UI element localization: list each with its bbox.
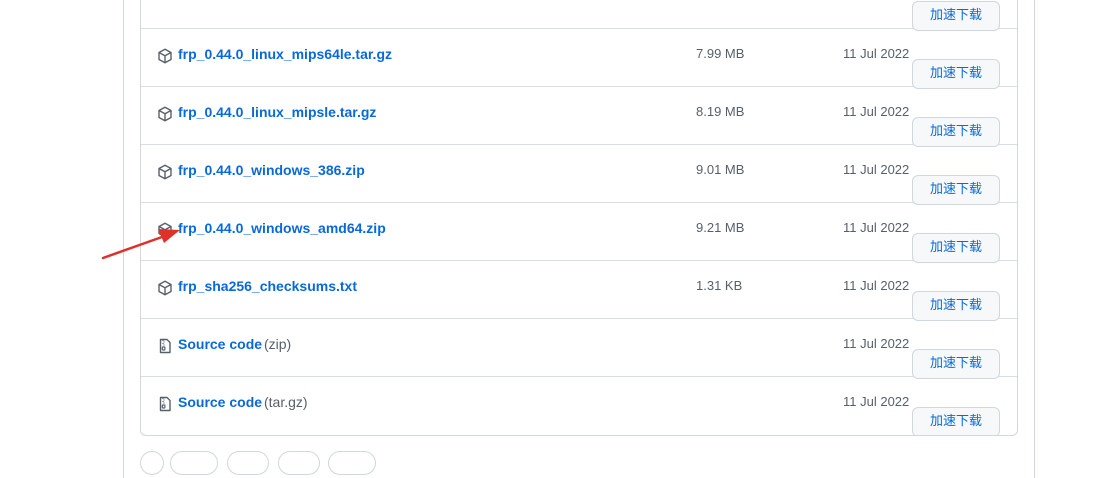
accelerated-download-button[interactable]: 加速下载 bbox=[912, 1, 1000, 31]
package-icon bbox=[157, 280, 173, 296]
asset-size: 7.99 MB bbox=[696, 46, 745, 61]
reaction-button[interactable] bbox=[227, 451, 269, 475]
asset-row: frp_0.44.0_linux_mipsle.tar.gz 8.19 MB 1… bbox=[141, 87, 1017, 147]
asset-size: 9.21 MB bbox=[696, 220, 745, 235]
accelerated-download-button[interactable]: 加速下载 bbox=[912, 233, 1000, 263]
asset-row-partial: 加速下载 bbox=[141, 0, 1017, 31]
source-code-link[interactable]: Source code bbox=[178, 336, 262, 352]
asset-row: frp_0.44.0_windows_amd64.zip 9.21 MB 11 … bbox=[141, 203, 1017, 263]
file-zip-icon bbox=[157, 396, 173, 412]
asset-date: 11 Jul 2022 bbox=[843, 220, 910, 235]
source-code-format: (tar.gz) bbox=[264, 394, 308, 410]
asset-row: frp_0.44.0_windows_386.zip 9.01 MB 11 Ju… bbox=[141, 145, 1017, 205]
reaction-button[interactable] bbox=[170, 451, 218, 475]
reaction-bar bbox=[140, 451, 400, 475]
asset-row: frp_0.44.0_linux_mips64le.tar.gz 7.99 MB… bbox=[141, 29, 1017, 89]
package-icon bbox=[157, 222, 173, 238]
asset-row: Source code (tar.gz) 11 Jul 2022 加速下载 bbox=[141, 377, 1017, 435]
accelerated-download-button[interactable]: 加速下载 bbox=[912, 407, 1000, 435]
asset-download-link[interactable]: frp_0.44.0_linux_mips64le.tar.gz bbox=[178, 46, 392, 62]
add-reaction-button[interactable] bbox=[140, 451, 164, 475]
file-zip-icon bbox=[157, 338, 173, 354]
asset-size: 1.31 KB bbox=[696, 278, 743, 293]
accelerated-download-button[interactable]: 加速下载 bbox=[912, 175, 1000, 205]
accelerated-download-button[interactable]: 加速下载 bbox=[912, 291, 1000, 321]
asset-date: 11 Jul 2022 bbox=[843, 46, 910, 61]
reaction-button[interactable] bbox=[278, 451, 320, 475]
asset-date: 11 Jul 2022 bbox=[843, 394, 910, 409]
source-code-format: (zip) bbox=[264, 336, 292, 352]
asset-row: frp_sha256_checksums.txt 1.31 KB 11 Jul … bbox=[141, 261, 1017, 321]
accelerated-download-button[interactable]: 加速下载 bbox=[912, 117, 1000, 147]
package-icon bbox=[157, 106, 173, 122]
asset-row: Source code (zip) 11 Jul 2022 加速下载 bbox=[141, 319, 1017, 379]
asset-download-link[interactable]: frp_sha256_checksums.txt bbox=[178, 278, 357, 294]
asset-size: 9.01 MB bbox=[696, 162, 745, 177]
asset-date: 11 Jul 2022 bbox=[843, 336, 910, 351]
asset-date: 11 Jul 2022 bbox=[843, 104, 910, 119]
reaction-button[interactable] bbox=[328, 451, 376, 475]
source-code-link[interactable]: Source code bbox=[178, 394, 262, 410]
package-icon bbox=[157, 164, 173, 180]
asset-size: 8.19 MB bbox=[696, 104, 745, 119]
accelerated-download-button[interactable]: 加速下载 bbox=[912, 59, 1000, 89]
asset-date: 11 Jul 2022 bbox=[843, 162, 910, 177]
release-assets-list: 加速下载 frp_0.44.0_linux_mips64le.tar.gz 7.… bbox=[140, 0, 1018, 436]
asset-download-link[interactable]: frp_0.44.0_windows_amd64.zip bbox=[178, 220, 386, 236]
accelerated-download-button[interactable]: 加速下载 bbox=[912, 349, 1000, 379]
asset-date: 11 Jul 2022 bbox=[843, 278, 910, 293]
asset-download-link[interactable]: frp_0.44.0_linux_mipsle.tar.gz bbox=[178, 104, 376, 120]
package-icon bbox=[157, 48, 173, 64]
asset-download-link[interactable]: frp_0.44.0_windows_386.zip bbox=[178, 162, 365, 178]
